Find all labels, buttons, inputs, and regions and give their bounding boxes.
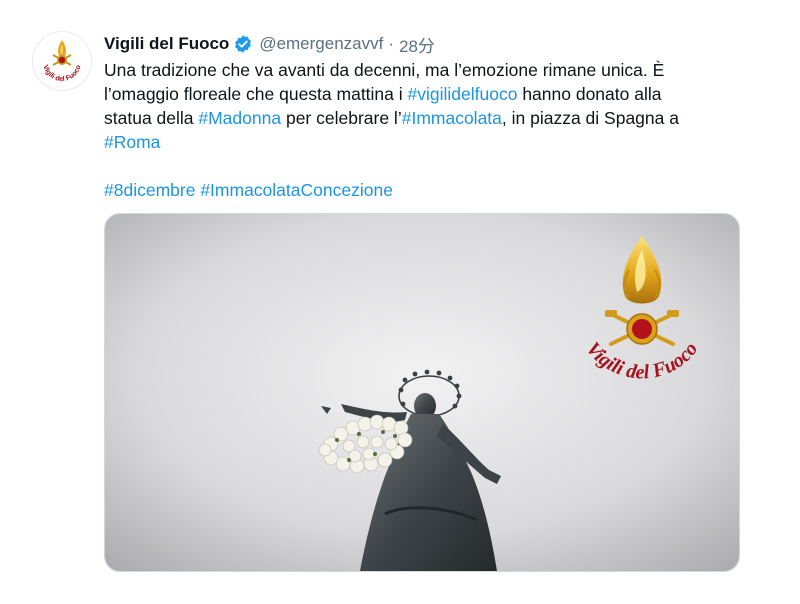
avatar-logo-text: Vigili del Fuoco [41,64,82,83]
vvf-avatar-logo: Vigili del Fuoco [41,40,83,83]
tweet-line: l’omaggio floreale che questa mattina i … [104,82,744,106]
tweet-media-image[interactable]: Vigili del Fuoco [104,213,740,572]
author-handle[interactable]: @emergenzavvf [259,34,383,54]
hashtag-immacolata[interactable]: #Immacolata [402,108,502,128]
hashtag-immacolataconcezione[interactable]: #ImmacolataConcezione [200,180,393,200]
text-segment: statua della [104,108,199,128]
verified-badge-icon [235,35,252,53]
hashtag-vigilidelfuoco[interactable]: #vigilidelfuoco [408,84,518,104]
text-segment: l’omaggio floreale che questa mattina i [104,84,408,104]
author-avatar[interactable]: Vigili del Fuoco [32,31,92,91]
tweet-header: Vigili del Fuoco @emergenzavvf · 28分 [104,32,435,56]
svg-text:Vigili del Fuoco: Vigili del Fuoco [41,64,82,83]
tweet-timestamp[interactable]: 28分 [399,32,435,57]
text-segment: , in piazza di Spagna a [501,108,679,128]
hashtag-madonna[interactable]: #Madonna [198,108,281,128]
statue-photo: Vigili del Fuoco [105,214,739,571]
text-segment: per celebrare l’ [281,108,402,128]
tweet-text: Una tradizione che va avanti da decenni,… [104,58,744,202]
tweet-line: Una tradizione che va avanti da decenni,… [104,58,744,82]
hashtag-roma[interactable]: #Roma [104,132,160,152]
tweet-line: statua della #Madonna per celebrare l’#I… [104,106,744,130]
tweet-line: #Roma [104,130,744,154]
text-segment: Una tradizione che va avanti da decenni,… [104,60,665,80]
author-name[interactable]: Vigili del Fuoco [104,34,229,54]
header-separator: · [388,34,395,53]
hashtag-8dicembre[interactable]: #8dicembre [104,180,195,200]
text-segment: hanno donato alla [517,84,662,104]
tweet-line: #8dicembre #ImmacolataConcezione [104,178,744,202]
